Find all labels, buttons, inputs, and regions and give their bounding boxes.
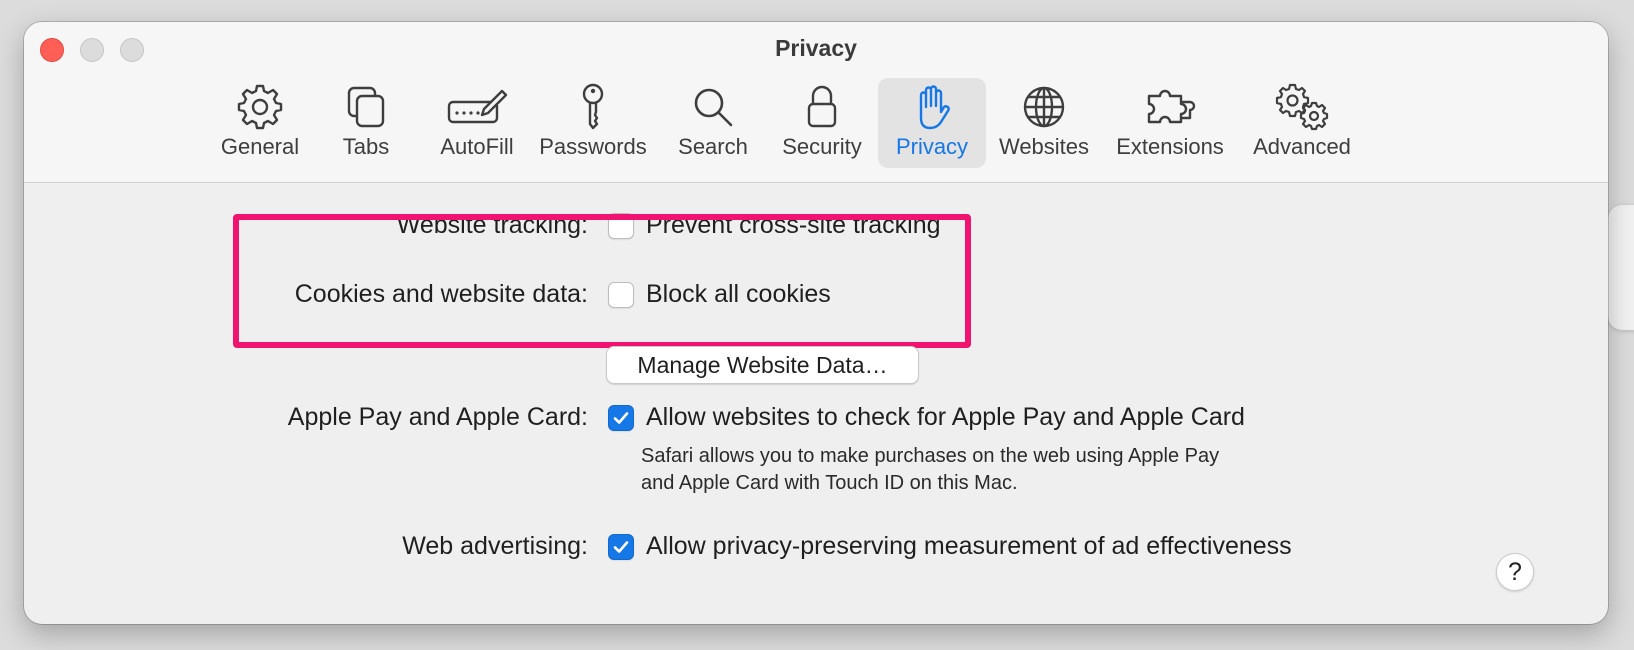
tab-tabs[interactable]: Tabs <box>326 78 406 168</box>
tab-passwords[interactable]: Passwords <box>536 78 650 168</box>
tab-extensions[interactable]: Extensions <box>1112 78 1228 168</box>
gears-icon <box>1274 82 1330 132</box>
annotation-highlight-box <box>233 214 971 348</box>
privacy-preferences-window: Privacy General Tabs AutoFill Passwords … <box>24 22 1608 624</box>
apple-pay-description-line2: and Apple Card with Touch ID on this Mac… <box>641 472 1018 494</box>
autofill-pencil-icon <box>446 82 508 132</box>
checkmark-icon <box>613 412 629 424</box>
key-icon <box>568 82 618 132</box>
help-button[interactable]: ? <box>1496 553 1534 591</box>
tab-label: Privacy <box>895 134 969 159</box>
tab-autofill[interactable]: AutoFill <box>422 78 532 168</box>
background-window-edge <box>1608 205 1634 330</box>
tab-advanced[interactable]: Advanced <box>1242 78 1362 168</box>
window-title: Privacy <box>775 35 857 61</box>
tab-label: AutoFill <box>440 134 514 159</box>
web-advertising-text: Allow privacy-preserving measurement of … <box>646 532 1292 560</box>
apple-pay-checkbox[interactable] <box>608 405 634 431</box>
gear-icon <box>235 82 285 132</box>
toolbar: Privacy General Tabs AutoFill Passwords … <box>24 22 1608 183</box>
tab-label: Security <box>782 134 862 159</box>
tab-label: Advanced <box>1253 134 1351 159</box>
hand-icon <box>907 82 957 132</box>
puzzle-icon <box>1140 82 1200 132</box>
tab-privacy[interactable]: Privacy <box>878 78 986 168</box>
web-advertising-label: Web advertising: <box>402 532 588 560</box>
search-icon <box>688 82 738 132</box>
lock-icon <box>797 82 847 132</box>
web-advertising-checkbox[interactable] <box>608 534 634 560</box>
tab-general[interactable]: General <box>210 78 310 168</box>
tab-security[interactable]: Security <box>774 78 870 168</box>
globe-icon <box>1019 82 1069 132</box>
tab-label: General <box>220 134 300 159</box>
tab-label: Websites <box>998 134 1090 159</box>
tab-label: Passwords <box>539 134 647 159</box>
privacy-settings-pane: Website tracking: Prevent cross-site tra… <box>24 183 1608 624</box>
checkmark-icon <box>613 541 629 553</box>
manage-website-data-button[interactable]: Manage Website Data… <box>606 346 919 384</box>
tabs-icon <box>341 82 391 132</box>
tab-search[interactable]: Search <box>668 78 758 168</box>
tab-label: Extensions <box>1116 134 1224 159</box>
apple-pay-description-line1: Safari allows you to make purchases on t… <box>641 445 1220 467</box>
tab-label: Tabs <box>342 134 390 159</box>
apple-pay-text: Allow websites to check for Apple Pay an… <box>646 403 1245 431</box>
tab-websites[interactable]: Websites <box>992 78 1096 168</box>
apple-pay-label: Apple Pay and Apple Card: <box>287 403 588 431</box>
tab-label: Search <box>678 134 748 159</box>
